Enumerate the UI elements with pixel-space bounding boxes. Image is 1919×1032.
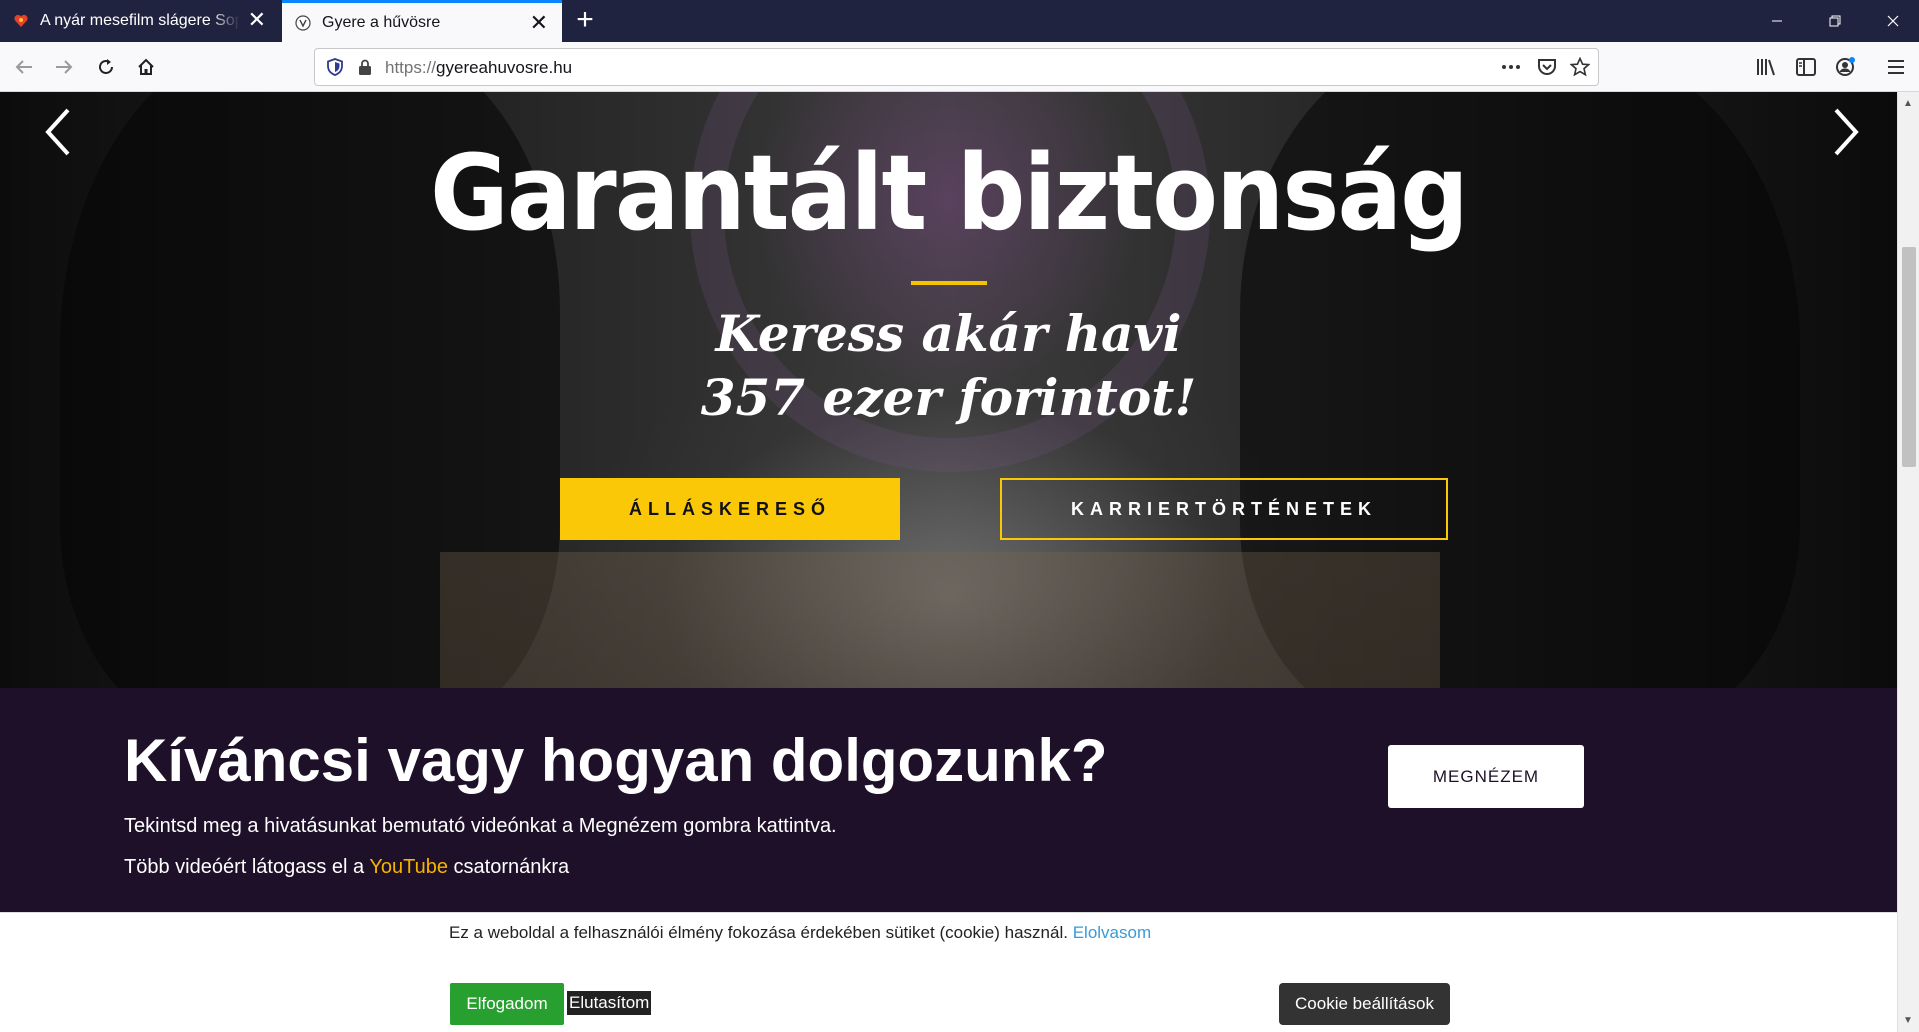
cookie-message: Ez a weboldal a felhasználói élmény foko… <box>449 923 1152 942</box>
youtube-link[interactable]: YouTube <box>369 856 448 878</box>
restore-icon[interactable] <box>1806 0 1864 42</box>
close-tab-icon[interactable]: ✕ <box>530 12 548 34</box>
hero-title: Garantált biztonság <box>430 132 1469 254</box>
scroll-down-arrow-icon[interactable]: ▼ <box>1903 1015 1913 1026</box>
carousel-prev-chevron-icon[interactable] <box>38 102 78 162</box>
back-arrow-icon[interactable] <box>8 51 40 83</box>
heart-icon <box>12 12 30 30</box>
hero-subtitle: Keress akár havi 357 ezer forintot! <box>0 302 1897 430</box>
scrollbar-thumb[interactable] <box>1902 247 1916 467</box>
cookie-consent-bar: Ez a weboldal a felhasználói élmény foko… <box>0 912 1897 1032</box>
lock-icon[interactable] <box>357 58 373 81</box>
tab-title: Gyere a hűvösre <box>322 13 441 31</box>
cookie-accept-button[interactable]: Elfogadom <box>450 983 564 1025</box>
close-tab-icon[interactable]: ✕ <box>248 9 266 31</box>
police-emblem-icon <box>294 14 312 32</box>
new-tab-icon[interactable]: + <box>570 5 600 36</box>
window-close-icon[interactable] <box>1864 0 1919 42</box>
hero-background-table <box>440 552 1440 688</box>
forward-arrow-icon[interactable] <box>48 51 80 83</box>
carousel-next-chevron-icon[interactable] <box>1826 102 1866 162</box>
career-stories-button[interactable]: KARRIERTÖRTÉNETEK <box>1000 478 1448 540</box>
cookie-read-more-link[interactable]: Elolvasom <box>1073 923 1151 942</box>
page-actions-icon[interactable] <box>1500 57 1522 82</box>
hero-subtitle-line: Keress akár havi <box>715 304 1182 363</box>
sidebar-icon[interactable] <box>1790 51 1822 83</box>
page-scrollbar[interactable]: ▲ ▼ <box>1897 92 1919 1032</box>
address-bar[interactable]: https://gyereahuvosre.hu <box>314 48 1599 86</box>
bookmark-star-icon[interactable] <box>1569 56 1591 82</box>
tracking-protection-shield-icon[interactable] <box>327 58 343 81</box>
tab-title: A nyár mesefilm slágere Sopron <box>40 12 240 29</box>
cookie-reject-button[interactable]: Elutasítom <box>567 991 652 1015</box>
video-section-title: Kíváncsi vagy hogyan dolgozunk? <box>124 727 1108 794</box>
hero-subtitle-line: 357 ezer forintot! <box>700 368 1197 427</box>
account-icon[interactable] <box>1830 51 1862 83</box>
tab-bar: A nyár mesefilm slágere Sopron ✕ Gyere a… <box>0 0 1919 42</box>
hero-divider <box>911 281 987 285</box>
video-section-youtube-text: Több videóért látogass el a YouTube csat… <box>124 856 570 878</box>
url-text: https://gyereahuvosre.hu <box>385 58 573 77</box>
video-section: Kíváncsi vagy hogyan dolgozunk? Tekintsd… <box>0 688 1897 912</box>
watch-video-button[interactable]: MEGNÉZEM <box>1388 745 1584 808</box>
pocket-icon[interactable] <box>1537 57 1557 82</box>
home-icon[interactable] <box>130 51 162 83</box>
video-section-description: Tekintsd meg a hivatásunkat bemutató vid… <box>124 815 837 837</box>
hamburger-menu-icon[interactable] <box>1880 51 1912 83</box>
scroll-up-arrow-icon[interactable]: ▲ <box>1903 98 1913 109</box>
cookie-settings-button[interactable]: Cookie beállítások <box>1279 983 1450 1025</box>
job-search-button[interactable]: ÁLLÁSKERESŐ <box>560 478 900 540</box>
library-icon[interactable] <box>1750 51 1782 83</box>
tab-gyereahuvosre[interactable]: Gyere a hűvösre ✕ <box>282 0 562 42</box>
minimize-icon[interactable] <box>1748 0 1806 42</box>
tab-soprontourist[interactable]: A nyár mesefilm slágere Sopron ✕ <box>0 0 280 42</box>
reload-icon[interactable] <box>90 51 122 83</box>
hero-slider: Garantált biztonság Keress akár havi 357… <box>0 92 1897 688</box>
navigation-toolbar: https://gyereahuvosre.hu <box>0 42 1919 92</box>
